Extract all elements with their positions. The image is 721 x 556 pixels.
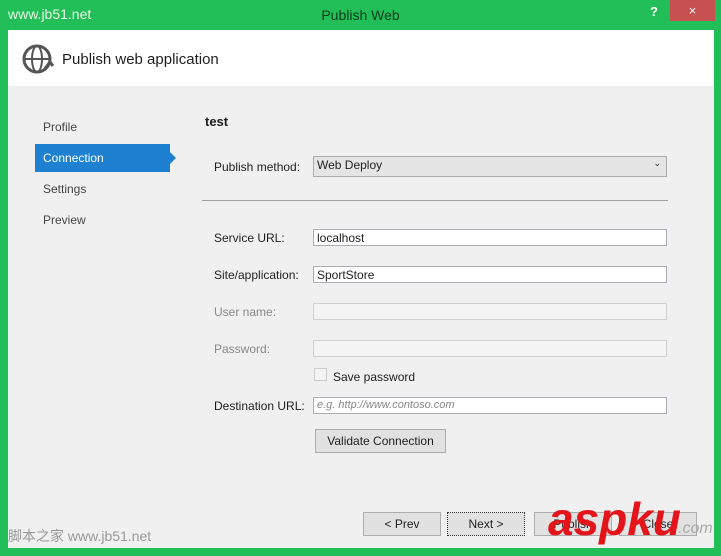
wizard-nav: Profile Connection Settings Preview (35, 113, 176, 237)
divider (202, 200, 668, 201)
publish-method-select[interactable]: Web Deploy ⌄ (313, 156, 667, 177)
save-password-checkbox[interactable] (314, 368, 327, 381)
user-name-label: User name: (214, 305, 277, 319)
destination-url-label: Destination URL: (214, 399, 305, 413)
user-name-input[interactable] (313, 303, 667, 320)
nav-item-profile[interactable]: Profile (35, 113, 170, 141)
nav-item-settings[interactable]: Settings (35, 175, 170, 203)
close-window-button[interactable]: × (670, 0, 715, 21)
validate-connection-button[interactable]: Validate Connection (315, 429, 446, 453)
chevron-down-icon: ⌄ (653, 158, 661, 168)
service-url-input[interactable]: localhost (313, 229, 667, 246)
next-button[interactable]: Next > (447, 512, 525, 536)
header-title: Publish web application (62, 51, 219, 68)
publish-method-value: Web Deploy (317, 158, 383, 172)
prev-button[interactable]: < Prev (363, 512, 441, 536)
service-url-label: Service URL: (214, 231, 285, 245)
globe-publish-icon (22, 44, 54, 74)
title-bar: www.jb51.net Publish Web ? × (0, 0, 721, 30)
dialog-body: Publish web application Profile Connecti… (8, 30, 714, 548)
destination-url-input[interactable]: e.g. http://www.contoso.com (313, 397, 667, 414)
footer-watermark: 脚本之家 www.jb51.net (8, 528, 152, 544)
help-button[interactable]: ? (650, 4, 658, 19)
publish-method-label: Publish method: (214, 160, 301, 174)
save-password-label: Save password (333, 370, 416, 384)
nav-item-preview[interactable]: Preview (35, 206, 170, 234)
profile-name: test (205, 114, 229, 129)
window-title: Publish Web (321, 7, 400, 23)
site-label: Site/application: (214, 268, 299, 282)
aspku-logo: aspku (548, 493, 681, 545)
nav-item-connection[interactable]: Connection (35, 144, 176, 172)
header: Publish web application (8, 30, 714, 86)
password-label: Password: (214, 342, 271, 356)
site-input[interactable]: SportStore (313, 266, 667, 283)
password-input[interactable] (313, 340, 667, 357)
aspku-logo-suffix: .com (678, 520, 713, 537)
